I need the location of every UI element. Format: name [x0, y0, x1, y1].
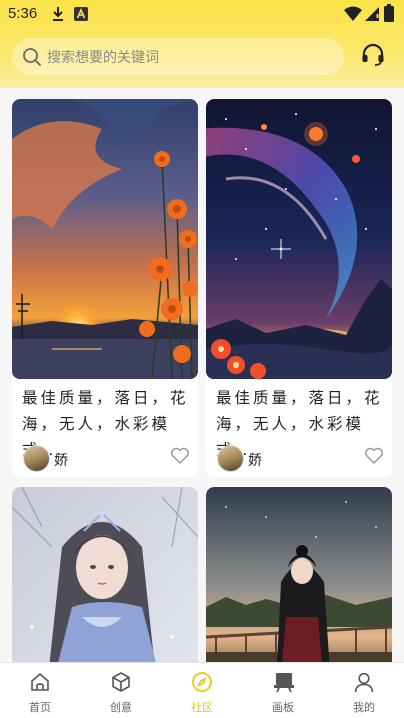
home-icon: [31, 673, 49, 691]
nav-label: 我的: [353, 701, 375, 714]
bottom-nav: 首页 创意 社区 画板 我的: [0, 662, 404, 718]
status-time: 5:36: [8, 5, 38, 22]
nav-item-profile[interactable]: 我的: [324, 663, 404, 718]
sunset-flowers-artwork[interactable]: [12, 99, 198, 379]
author-name[interactable]: 娇: [248, 450, 262, 470]
search-icon: [23, 48, 41, 66]
compass-icon: [192, 672, 212, 692]
nav-label: 社区: [191, 701, 213, 714]
author-name[interactable]: 娇: [54, 450, 68, 470]
bridge-girl-artwork[interactable]: [206, 487, 392, 662]
headset-icon[interactable]: [360, 42, 386, 68]
avatar[interactable]: [217, 445, 244, 472]
notification-a-icon: [74, 7, 88, 21]
nav-label: 创意: [110, 701, 132, 714]
nav-item-community[interactable]: 社区: [162, 663, 242, 718]
cube-icon: [112, 672, 130, 692]
download-icon: [53, 7, 63, 21]
avatar[interactable]: [23, 445, 50, 472]
status-bar: 5:36: [0, 0, 404, 28]
artwork-card[interactable]: [206, 487, 392, 662]
galaxy-sunset-artwork[interactable]: [206, 99, 392, 379]
search-bar[interactable]: 搜索想要的关键词: [12, 38, 344, 75]
nav-label: 画板: [272, 701, 294, 714]
artwork-card[interactable]: [12, 487, 198, 662]
nav-item-creative[interactable]: 创意: [81, 663, 161, 718]
nav-item-canvas[interactable]: 画板: [243, 663, 323, 718]
battery-icon: [384, 4, 394, 22]
artwork-card[interactable]: 最佳质量，落日，花海，无人，水彩模式... 娇: [206, 99, 392, 477]
easel-icon: [274, 673, 294, 693]
wifi-icon: [344, 6, 362, 21]
nav-label: 首页: [29, 701, 51, 714]
artwork-card[interactable]: 最佳质量，落日，花海，无人，水彩模式... 娇: [12, 99, 198, 477]
winter-girl-artwork[interactable]: [12, 487, 198, 662]
community-feed[interactable]: 最佳质量，落日，花海，无人，水彩模式... 娇: [0, 88, 404, 662]
heart-icon[interactable]: [364, 447, 384, 465]
heart-icon[interactable]: [170, 447, 190, 465]
signal-icon: [365, 7, 379, 21]
nav-item-home[interactable]: 首页: [0, 663, 80, 718]
header: 5:36 搜索想要的关键词: [0, 0, 404, 88]
search-input[interactable]: 搜索想要的关键词: [47, 47, 159, 67]
person-icon: [354, 672, 374, 693]
